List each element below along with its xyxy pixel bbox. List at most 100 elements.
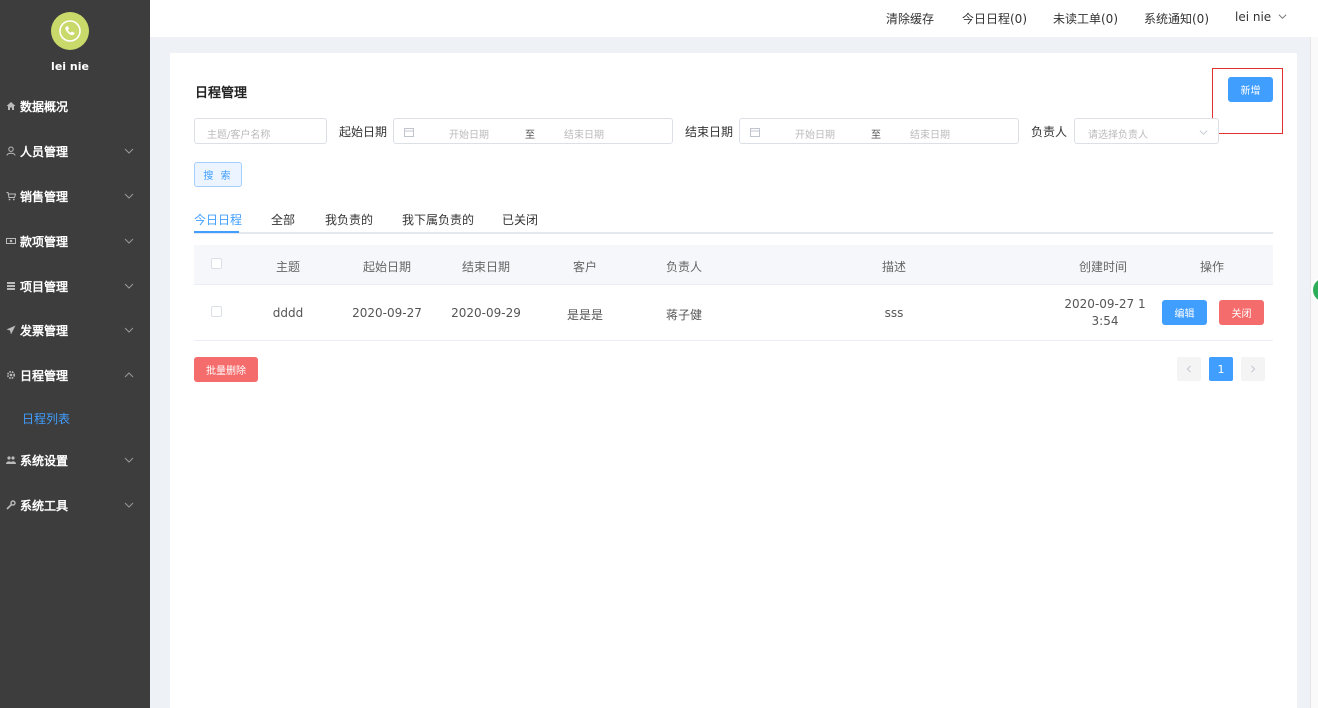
sidebar: lei nie 数据概况 人员管理 销售管理 款项管理 项目管理 发票管理 日程…: [0, 0, 150, 708]
column-header: 操作: [1199, 260, 1225, 274]
range-end-placeholder: 结束日期: [564, 130, 604, 141]
column-header: 起始日期: [362, 260, 412, 274]
sidebar-item-label: 销售管理: [20, 189, 69, 204]
chevron-down-icon: [124, 327, 134, 333]
list-icon: [6, 281, 16, 291]
chevron-right-icon: [1251, 365, 1256, 373]
tab-subordinates[interactable]: 我下属负责的: [402, 211, 474, 228]
table-row: dddd 2020-09-27 2020-09-29 是是是 蒋子健 sss 2…: [194, 286, 1273, 341]
chevron-down-icon: [124, 283, 134, 289]
keyword-input[interactable]: 主题/客户名称: [194, 118, 327, 144]
prev-page-button[interactable]: [1177, 357, 1201, 381]
chevron-down-icon: [124, 502, 134, 508]
chevron-left-icon: [1186, 365, 1191, 373]
sidebar-item-system-tools[interactable]: 系统工具: [0, 495, 150, 515]
sidebar-item-label: 发票管理: [20, 323, 69, 338]
user-icon: [6, 146, 16, 156]
clear-cache-link[interactable]: 清除缓存: [886, 10, 934, 27]
search-button[interactable]: 搜 索: [194, 162, 242, 187]
money-icon: [6, 236, 16, 246]
column-header: 主题: [275, 260, 301, 274]
main-card: [170, 53, 1297, 708]
sidebar-item-schedule[interactable]: 日程管理: [0, 365, 150, 385]
phone-icon: [59, 20, 81, 42]
active-tab-indicator: [194, 231, 239, 233]
calendar-icon: [750, 128, 760, 137]
start-date-label: 起始日期: [339, 125, 388, 139]
tab-all[interactable]: 全部: [271, 211, 295, 228]
column-header: 描述: [881, 260, 907, 274]
cart-icon: [6, 191, 16, 201]
sidebar-item-label: 系统工具: [20, 498, 69, 513]
sidebar-item-label: 款项管理: [20, 234, 69, 249]
user-menu-label: lei nie: [1235, 10, 1272, 24]
chevron-down-icon: [124, 238, 134, 244]
chevron-up-icon: [124, 372, 134, 378]
owner-placeholder: 请选择负责人: [1088, 130, 1148, 141]
column-header: 客户: [572, 260, 598, 274]
sidebar-item-invoices[interactable]: 发票管理: [0, 320, 150, 340]
keyword-placeholder: 主题/客户名称: [207, 130, 271, 141]
chevron-down-icon: [124, 193, 134, 199]
owner-label: 负责人: [1031, 125, 1068, 139]
select-all-checkbox[interactable]: [211, 258, 222, 269]
batch-delete-button[interactable]: 批量删除: [194, 357, 258, 382]
owner-select[interactable]: 请选择负责人: [1074, 118, 1219, 144]
cell-created-time: 2020-09-27 1 3:54: [1060, 296, 1150, 330]
page-title: 日程管理: [195, 86, 248, 101]
created-time-line2: 3:54: [1091, 314, 1119, 328]
cell-start-date: 2020-09-27: [352, 306, 422, 320]
sidebar-item-personnel[interactable]: 人员管理: [0, 141, 150, 161]
wrench-icon: [6, 500, 16, 510]
sidebar-item-label: 数据概况: [20, 99, 69, 114]
start-date-range-picker[interactable]: 开始日期 至 结束日期: [393, 118, 673, 144]
highlight-box: [1212, 68, 1283, 134]
table-header: 主题 起始日期 结束日期 客户 负责人 描述 创建时间 操作: [194, 245, 1273, 285]
row-checkbox[interactable]: [211, 306, 222, 317]
username: lei nie: [51, 60, 89, 73]
cell-end-date: 2020-09-29: [451, 306, 521, 320]
sidebar-item-payments[interactable]: 款项管理: [0, 231, 150, 251]
cell-description: sss: [884, 306, 904, 320]
gear-icon: [6, 370, 16, 380]
top-navbar: 清除缓存 今日日程(0) 未读工单(0) 系统通知(0) lei nie: [150, 0, 1318, 37]
cell-subject: dddd: [272, 306, 304, 320]
send-icon: [6, 325, 16, 335]
sidebar-item-label: 日程管理: [20, 368, 69, 383]
sidebar-item-sales[interactable]: 销售管理: [0, 186, 150, 206]
sidebar-item-label: 系统设置: [20, 453, 69, 468]
tab-closed[interactable]: 已关闭: [502, 211, 538, 228]
edit-button[interactable]: 编辑: [1162, 300, 1207, 325]
chevron-down-icon: [124, 148, 134, 154]
user-menu[interactable]: lei nie: [1235, 10, 1287, 24]
sidebar-item-data-overview[interactable]: 数据概况: [0, 96, 150, 116]
scrollbar-track[interactable]: [1310, 37, 1318, 708]
end-date-label: 结束日期: [685, 125, 734, 139]
sidebar-subitem-schedule-list[interactable]: 日程列表: [22, 410, 70, 427]
avatar[interactable]: [51, 12, 89, 50]
page-number[interactable]: 1: [1209, 357, 1233, 381]
range-start-placeholder: 开始日期: [795, 130, 835, 141]
tab-today[interactable]: 今日日程: [194, 211, 242, 228]
users-icon: [6, 455, 16, 465]
range-start-placeholder: 开始日期: [449, 130, 489, 141]
column-header: 创建时间: [1078, 260, 1128, 274]
range-separator: 至: [525, 130, 535, 141]
close-button[interactable]: 关闭: [1219, 300, 1264, 325]
created-time-line1: 2020-09-27 1: [1064, 297, 1146, 311]
cell-owner: 蒋子健: [665, 308, 703, 322]
home-icon: [6, 101, 16, 111]
tab-bar: 今日日程 全部 我负责的 我下属负责的 已关闭: [194, 210, 1273, 234]
cell-customer: 是是是: [566, 308, 604, 322]
unread-orders-link[interactable]: 未读工单(0): [1053, 10, 1118, 27]
range-separator: 至: [871, 130, 881, 141]
sidebar-item-label: 人员管理: [20, 144, 69, 159]
today-schedule-link[interactable]: 今日日程(0): [962, 10, 1027, 27]
tab-mine[interactable]: 我负责的: [325, 211, 373, 228]
calendar-icon: [404, 128, 414, 137]
system-notice-link[interactable]: 系统通知(0): [1144, 10, 1209, 27]
sidebar-item-projects[interactable]: 项目管理: [0, 276, 150, 296]
end-date-range-picker[interactable]: 开始日期 至 结束日期: [739, 118, 1019, 144]
sidebar-item-system-settings[interactable]: 系统设置: [0, 450, 150, 470]
next-page-button[interactable]: [1241, 357, 1265, 381]
